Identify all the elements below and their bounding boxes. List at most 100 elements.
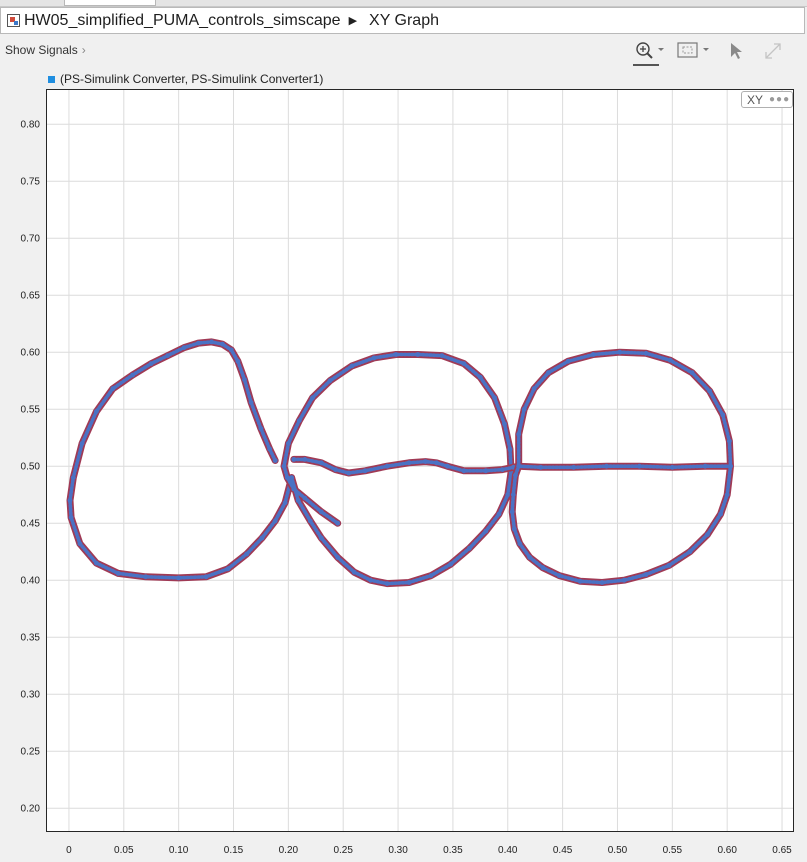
data-point	[517, 541, 523, 547]
data-point	[203, 574, 209, 580]
data-point	[516, 463, 522, 469]
data-point	[689, 370, 695, 376]
data-point	[434, 460, 439, 466]
x-tick-label: 0.65	[772, 845, 792, 856]
data-point	[461, 361, 467, 366]
data-point	[621, 577, 627, 583]
data-point	[516, 431, 522, 437]
xy-plot-type-badge[interactable]: XY ●●●	[741, 91, 793, 108]
data-point	[423, 459, 428, 464]
data-point	[556, 573, 562, 578]
data-point	[448, 561, 454, 567]
data-point	[643, 350, 649, 356]
data-point	[165, 353, 171, 358]
data-point	[510, 492, 516, 498]
xy-badge-label: XY	[747, 92, 764, 107]
data-point	[94, 409, 99, 414]
data-point	[669, 464, 675, 470]
data-point	[521, 406, 527, 412]
data-point	[406, 460, 412, 466]
data-point	[267, 446, 273, 452]
x-tick-label: 0.25	[333, 845, 353, 856]
data-point	[728, 463, 733, 469]
data-point	[509, 509, 515, 515]
data-point	[492, 395, 497, 401]
data-point	[259, 535, 265, 541]
data-point	[335, 555, 341, 560]
data-point	[496, 511, 502, 517]
x-tick-label: 0.45	[553, 845, 573, 856]
x-tick-label: 0.50	[608, 845, 628, 856]
data-point	[483, 528, 489, 534]
x-tick-label: 0.60	[717, 845, 737, 856]
data-point	[296, 418, 302, 423]
data-point	[439, 353, 445, 358]
data-point	[368, 577, 373, 583]
data-point	[281, 463, 287, 469]
y-tick-label: 0.60	[21, 348, 41, 359]
data-point	[291, 486, 297, 492]
data-point	[384, 581, 390, 586]
data-point	[505, 492, 511, 498]
data-point	[282, 500, 288, 506]
data-point	[295, 498, 301, 503]
x-tick-label: 0.35	[443, 845, 463, 856]
data-point	[302, 457, 308, 462]
data-point	[335, 520, 341, 526]
data-point	[209, 339, 215, 345]
x-tick-label: 0.55	[663, 845, 683, 856]
y-tick-label: 0.30	[21, 690, 41, 701]
data-point	[467, 545, 472, 551]
y-tick-label: 0.50	[21, 462, 41, 473]
data-point	[79, 441, 85, 446]
data-point	[318, 460, 324, 466]
data-point	[531, 386, 537, 392]
data-point	[67, 498, 73, 503]
x-tick-label: 0.05	[114, 845, 134, 856]
y-tick-label: 0.35	[21, 633, 41, 644]
data-point	[248, 400, 254, 405]
data-point	[511, 526, 517, 532]
data-point	[244, 551, 250, 557]
xy-chart: 0 0.05 0.10 0.15 0.20 0.25 0.30 0.35 0.40 0.45 0.5…	[21, 90, 793, 856]
data-point	[286, 441, 291, 446]
x-tick-label: 0.40	[498, 845, 518, 856]
data-point	[666, 563, 672, 568]
data-point	[115, 571, 121, 576]
data-point	[272, 518, 278, 524]
y-tick-label: 0.45	[21, 519, 41, 530]
data-point	[527, 555, 533, 560]
data-point	[327, 378, 333, 384]
more-options-icon: ●●●	[769, 94, 791, 105]
data-point	[718, 511, 723, 517]
data-point	[148, 361, 154, 366]
x-tick-label: 0.20	[279, 845, 299, 856]
x-tick-label: 0.30	[388, 845, 408, 856]
x-tick-label: 0.15	[224, 845, 244, 856]
data-point	[707, 388, 712, 394]
data-point	[393, 352, 399, 357]
data-point	[310, 395, 315, 401]
data-point	[415, 352, 421, 357]
data-point	[371, 355, 377, 361]
data-point	[502, 421, 507, 427]
data-point	[727, 438, 732, 444]
data-point	[617, 349, 623, 355]
data-point	[599, 580, 605, 585]
data-point	[302, 495, 308, 501]
data-point	[507, 446, 513, 452]
data-point	[577, 578, 583, 584]
data-point	[130, 372, 136, 378]
data-point	[346, 470, 352, 476]
data-point	[143, 574, 149, 580]
data-point	[477, 374, 483, 380]
data-point	[220, 341, 225, 347]
data-point	[406, 580, 412, 585]
data-point	[705, 532, 710, 537]
data-point	[720, 412, 726, 418]
data-point	[687, 549, 693, 555]
data-point	[70, 475, 76, 480]
series-1-line	[68, 340, 294, 580]
data-point	[351, 569, 357, 575]
data-point	[667, 357, 673, 363]
